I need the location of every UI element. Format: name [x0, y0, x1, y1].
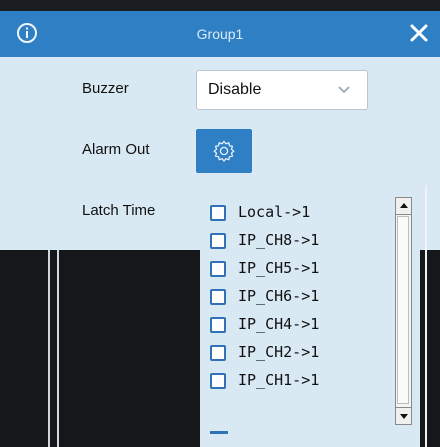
scroll-up-arrow-icon[interactable]	[396, 198, 411, 215]
channel-label: Local->1	[238, 203, 311, 221]
group-dialog: Group1 Buzzer Disable Alarm Out Latch Ti…	[0, 0, 440, 447]
alarm-out-label: Alarm Out	[82, 141, 150, 158]
close-icon[interactable]	[409, 23, 429, 43]
channel-checkbox[interactable]	[210, 233, 226, 249]
pane-divider	[48, 250, 50, 447]
pane-divider	[425, 185, 427, 447]
channel-label: IP_CH6->1	[238, 287, 320, 305]
channel-label: IP_CH8->1	[238, 231, 320, 249]
channel-checkbox[interactable]	[210, 373, 226, 389]
channel-label: IP_CH5->1	[238, 259, 320, 277]
dialog-titlebar: Group1	[0, 0, 440, 57]
pane-divider	[57, 250, 59, 447]
channel-list: Local->1 IP_CH8->1 IP_CH5->1 IP_CH6->1 I…	[200, 192, 418, 436]
channel-label: IP_CH2->1	[238, 343, 320, 361]
scroll-thumb[interactable]	[397, 216, 409, 404]
gear-icon	[213, 140, 235, 162]
chevron-down-icon	[338, 86, 350, 94]
channel-checkbox[interactable]	[210, 317, 226, 333]
channel-checkbox[interactable]	[210, 261, 226, 277]
background-pane-main	[50, 250, 200, 447]
channel-list-scrollbar[interactable]	[395, 197, 412, 425]
alarm-out-settings-button[interactable]	[196, 129, 252, 173]
buzzer-selected-value: Disable	[208, 81, 262, 98]
channel-checkbox[interactable]	[210, 345, 226, 361]
channel-checkbox[interactable]	[210, 205, 226, 221]
buzzer-select[interactable]: Disable	[196, 70, 368, 110]
latch-time-label: Latch Time	[82, 202, 156, 219]
next-checkbox-partial	[210, 431, 228, 434]
buzzer-label: Buzzer	[82, 80, 129, 97]
channel-label: IP_CH1->1	[238, 371, 320, 389]
background-pane-left	[0, 250, 48, 447]
scroll-down-arrow-icon[interactable]	[396, 407, 411, 424]
channel-label: IP_CH4->1	[238, 315, 320, 333]
top-strip	[0, 0, 440, 11]
dialog-title: Group1	[196, 26, 244, 42]
background-pane-right	[420, 250, 440, 447]
channel-checkbox[interactable]	[210, 289, 226, 305]
